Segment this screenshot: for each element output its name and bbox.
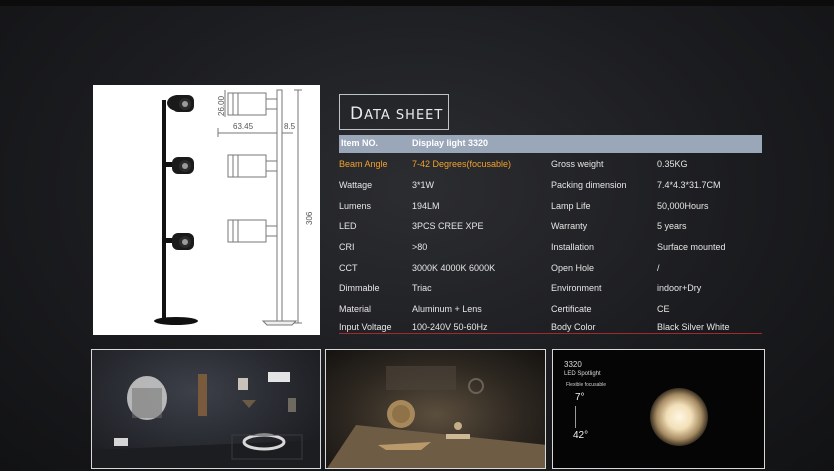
spec-value: 7.4*4.3*31.7CM [657, 180, 721, 190]
dim-width-label: 63.45 [233, 122, 254, 131]
spec-value: / [657, 263, 660, 273]
datasheet-bottom-rule [339, 333, 762, 334]
gallery-scene [92, 372, 320, 468]
spec-label: Dimmable [339, 283, 380, 293]
spec-value: 194LM [412, 201, 440, 211]
spec-label: Gross weight [551, 159, 604, 169]
spec-label: Lumens [339, 201, 372, 211]
dim-top-label: 26.00 [217, 95, 226, 116]
spec-value: 0.35KG [657, 159, 688, 169]
top-strip [0, 0, 834, 6]
spec-label: Wattage [339, 180, 373, 190]
datasheet-header-bar: Item NO. Display light 3320 [339, 135, 762, 153]
spec-value: 3*1W [412, 180, 435, 190]
spec-label: Packing dimension [551, 180, 627, 190]
spec-label: Body Color [551, 322, 596, 332]
spec-label: Beam Angle [339, 159, 388, 169]
spotlight-product-name: LED Spotlight [564, 371, 601, 377]
header-label: Item NO. [341, 138, 379, 148]
spec-value: 5 years [657, 221, 687, 231]
spec-label: Environment [551, 283, 602, 293]
dim-height-label: 306 [305, 211, 314, 225]
spec-value: CE [657, 304, 670, 314]
angle-max: 42° [573, 430, 589, 441]
angle-range-line [575, 406, 576, 428]
datasheet-title: DATA SHEET [350, 104, 443, 124]
spec-value: 50,000Hours [657, 201, 709, 211]
spec-value: Black Silver White [657, 322, 730, 332]
spec-value: 3000K 4000K 6000K [412, 263, 496, 273]
spec-value: Aluminum + Lens [412, 304, 482, 314]
datasheet-title-box: DATA SHEET [339, 94, 449, 130]
product-diagram: 26.00 63.45 8.5 306 [93, 85, 320, 335]
spec-value: >80 [412, 242, 428, 252]
spotlight-feature: Flexible focusable [566, 382, 607, 388]
spec-value: Triac [412, 283, 432, 293]
spec-label: CCT [339, 263, 358, 273]
datasheet-title-initial: D [350, 104, 365, 124]
diagram-drawing: 26.00 63.45 8.5 306 [154, 89, 314, 326]
header-value: Display light 3320 [412, 138, 489, 148]
spec-value: Surface mounted [657, 242, 726, 252]
spec-label: Certificate [551, 304, 592, 314]
spec-label: Input Voltage [339, 322, 392, 332]
museum-photo [325, 349, 546, 469]
spec-value: 3PCS CREE XPE [412, 221, 484, 231]
product-photo [154, 95, 198, 325]
dim-side-label: 8.5 [284, 122, 296, 131]
spec-label: Material [339, 304, 372, 314]
spotlight-model: 3320 [564, 360, 582, 369]
spec-value: indoor+Dry [657, 283, 702, 293]
light-beam [650, 388, 708, 446]
spec-value: 100-240V 50-60Hz [412, 322, 488, 332]
spec-value: 7-42 Degrees(focusable) [412, 159, 512, 169]
spec-label: Warranty [551, 221, 588, 231]
spec-label: Lamp Life [551, 201, 591, 211]
gallery-photo [91, 349, 321, 469]
spec-label: LED [339, 221, 357, 231]
spec-label: Open Hole [551, 263, 595, 273]
museum-scene [327, 366, 545, 468]
spotlight-photo: 3320 LED Spotlight Flexible focusable 7°… [552, 349, 765, 469]
spec-label: CRI [339, 242, 355, 252]
angle-min: 7° [575, 392, 585, 403]
datasheet-title-rest: ATA SHEET [364, 108, 444, 123]
spec-label: Installation [551, 242, 595, 252]
